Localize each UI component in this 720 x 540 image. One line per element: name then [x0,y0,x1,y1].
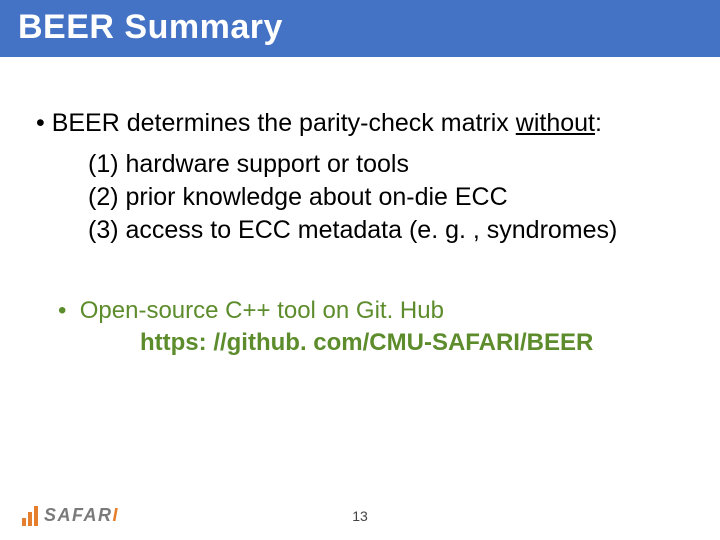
title-bar: BEER Summary [0,0,720,57]
bullet-1: • BEER determines the parity-check matri… [36,107,684,140]
subitem-2: (2) prior knowledge about on-die ECC [88,181,684,214]
bullet-2-url: https: //github. com/CMU-SAFARI/BEER [140,329,684,357]
safari-logo: SAFARI [22,505,119,526]
logo-bars-icon [22,506,38,526]
slide-body: • BEER determines the parity-check matri… [0,57,720,357]
slide: BEER Summary • BEER determines the parit… [0,0,720,540]
subitem-1: (1) hardware support or tools [88,148,684,181]
bullet-2: • Open-source C++ tool on Git. Hub [58,297,684,325]
bullet-2-block: • Open-source C++ tool on Git. Hub https… [58,297,684,357]
bullet-1-colon: : [595,109,602,137]
page-number: 13 [352,508,368,524]
subitem-3: (3) access to ECC metadata (e. g. , synd… [88,214,684,247]
bullet-1-lead: BEER determines the parity-check matrix [52,109,516,137]
slide-title: BEER Summary [18,8,702,47]
bullet-1-without: without [516,109,595,137]
logo-text: SAFARI [44,505,119,526]
bullet-1-subitems: (1) hardware support or tools (2) prior … [88,148,684,247]
bullet-2-text: Open-source C++ tool on Git. Hub [80,297,444,324]
